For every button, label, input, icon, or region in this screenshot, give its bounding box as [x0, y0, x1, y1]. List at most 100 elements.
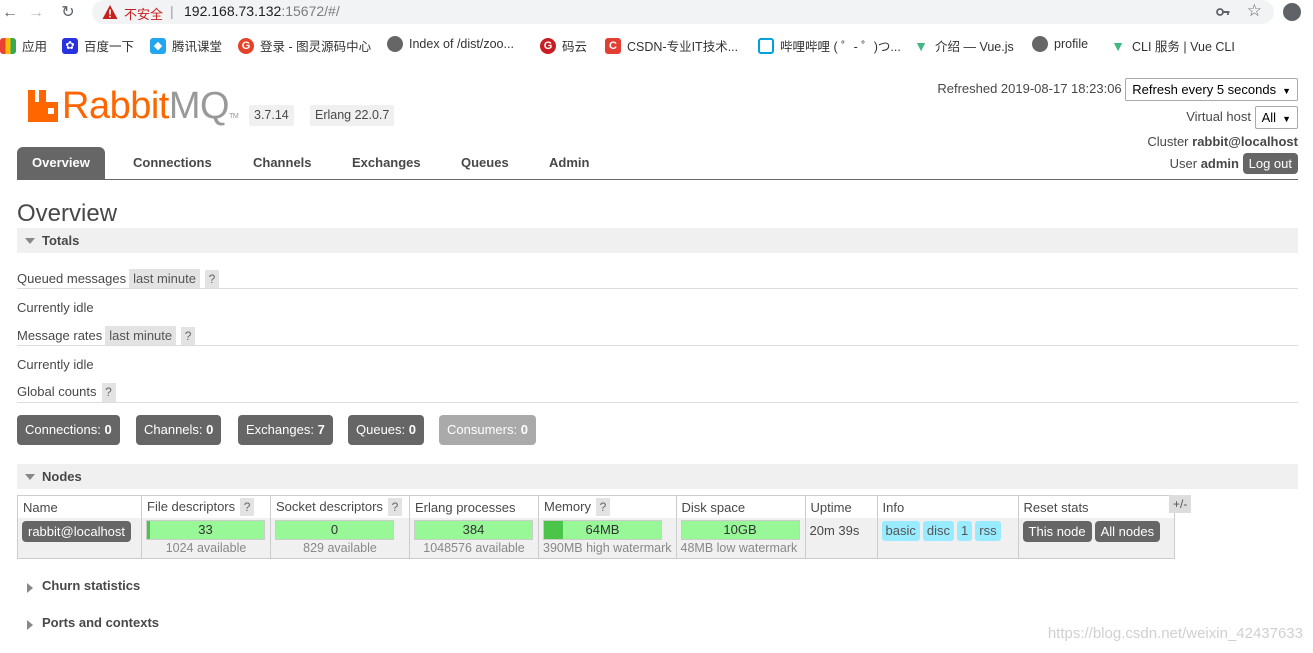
vhost-select-value: All [1261, 110, 1277, 125]
vue-icon: ▼ [1111, 37, 1125, 54]
count-label: Consumers: [447, 422, 518, 437]
exchanges-count[interactable]: Exchanges: 7 [238, 415, 333, 445]
cell-disk-space: 10GB 48MB low watermark [675, 518, 806, 559]
channels-count[interactable]: Channels: 0 [136, 415, 222, 445]
consumers-count[interactable]: Consumers: 0 [439, 415, 536, 445]
col-socket-descriptors: Socket descriptors? [270, 495, 410, 518]
bookmark-vue[interactable]: ▼ 介绍 — Vue.js [913, 36, 1014, 55]
bookmark-tuling[interactable]: G 登录 - 图灵源码中心 [238, 36, 371, 55]
csdn-watermark: https://blog.csdn.net/weixin_42437633 [1047, 625, 1303, 642]
bookmark-gitee[interactable]: G 码云 [540, 36, 587, 55]
vhost-select[interactable]: All ▼ [1254, 106, 1298, 129]
bookmark-label: 登录 - 图灵源码中心 [260, 40, 372, 54]
bookmark-label: 腾讯课堂 [172, 40, 223, 54]
disk-bar: 10GB [680, 520, 800, 540]
reset-all-nodes-button[interactable]: All nodes [1094, 521, 1161, 542]
address-bar[interactable]: 不安全 | 192.168.73.132:15672/#/ ☆ [92, 0, 1274, 24]
col-uptime: Uptime [804, 495, 878, 518]
bookmark-label: CSDN-专业IT技术... [627, 40, 739, 54]
totals-section-header[interactable]: Totals [17, 228, 1298, 253]
tab-overview[interactable]: Overview [17, 147, 105, 179]
bar-value: 0 [330, 522, 339, 537]
gitlab-icon: G [238, 37, 254, 54]
queued-range-pill[interactable]: last minute [129, 269, 200, 288]
column-toggle-button[interactable]: +/- [1169, 495, 1192, 513]
back-arrow-icon[interactable]: ← [0, 3, 20, 23]
message-rates-row: Message rates last minute? [17, 326, 196, 346]
global-counts-label: Global counts [17, 384, 97, 399]
bookmark-csdn[interactable]: C CSDN-专业IT技术... [605, 36, 738, 55]
col-info: Info [876, 495, 1019, 518]
info-tag-count: 1 [957, 521, 973, 541]
bookmark-label: 哔哩哔哩 ( ゜- ゜)つ... [780, 40, 901, 54]
dropdown-arrow-icon: ▼ [1282, 114, 1291, 124]
info-tag-disc: disc [922, 521, 955, 541]
cell-info: basic disc 1 rss [876, 518, 1019, 559]
count-value: 0 [408, 422, 417, 437]
tab-channels[interactable]: Channels [238, 147, 327, 179]
rates-range-pill[interactable]: last minute [105, 326, 177, 345]
reset-this-node-button[interactable]: This node [1022, 521, 1092, 542]
version-badge: 3.7.14 [249, 105, 294, 126]
profile-avatar-icon[interactable] [1283, 3, 1301, 21]
node-name-link[interactable]: rabbit@localhost [22, 521, 132, 542]
globe-icon [1032, 36, 1048, 52]
bookmark-label: CLI 服务 | Vue CLI [1132, 40, 1235, 54]
bookmark-bilibili[interactable]: 哔哩哔哩 ( ゜- ゜)つ... [758, 36, 901, 55]
churn-statistics-header[interactable]: Churn statistics [17, 578, 140, 593]
dropdown-arrow-icon: ▼ [1282, 86, 1291, 96]
help-icon[interactable]: ? [240, 498, 255, 516]
bookmark-baidu[interactable]: ✿ 百度一下 [62, 36, 134, 55]
nodes-table: Name File descriptors? Socket descriptor… [17, 495, 1175, 559]
logo-tm-text: TM [229, 113, 239, 120]
help-icon[interactable]: ? [387, 498, 402, 516]
nodes-section-header[interactable]: Nodes [17, 464, 1298, 489]
connections-count[interactable]: Connections: 0 [17, 415, 120, 445]
bookmark-tencent[interactable]: ◆ 腾讯课堂 [150, 36, 222, 55]
help-icon[interactable]: ? [181, 327, 196, 346]
rabbitmq-logo[interactable]: RabbitMQTM [28, 85, 239, 127]
bookmark-profile[interactable]: profile [1032, 36, 1088, 52]
help-icon[interactable]: ? [595, 498, 610, 516]
page-title: Overview [17, 200, 118, 227]
col-disk-space: Disk space [675, 495, 806, 518]
insecure-label: 不安全 [124, 7, 164, 22]
tab-admin[interactable]: Admin [534, 147, 604, 179]
refresh-select-value: Refresh every 5 seconds [1132, 82, 1277, 97]
cell-file-descriptors: 33 1024 available [141, 518, 271, 559]
reload-icon[interactable]: ↻ [58, 3, 78, 23]
key-icon[interactable] [1216, 5, 1230, 19]
count-label: Channels: [144, 422, 203, 437]
bookmark-index[interactable]: Index of /dist/zoo... [387, 36, 514, 52]
globe-icon [387, 36, 403, 52]
help-icon[interactable]: ? [101, 383, 116, 402]
queues-count[interactable]: Queues: 0 [348, 415, 425, 445]
baidu-paw-icon: ✿ [62, 37, 78, 54]
tab-exchanges[interactable]: Exchanges [337, 147, 436, 179]
bar-subtext: 48MB low watermark [680, 541, 798, 555]
ports-contexts-header[interactable]: Ports and contexts [17, 615, 159, 630]
apps-grid-icon [0, 37, 16, 54]
tab-queues[interactable]: Queues [446, 147, 524, 179]
logo-rabbit-text: Rabbit [62, 85, 169, 127]
logo-mq-text: MQ [168, 85, 230, 127]
bookmark-label: 码云 [562, 40, 588, 54]
message-rates-label: Message rates [17, 328, 103, 343]
help-icon[interactable]: ? [205, 270, 219, 289]
currently-idle-2: Currently idle [17, 357, 94, 372]
bookmark-apps[interactable]: 应用 [0, 36, 47, 55]
count-value: 0 [520, 422, 528, 437]
col-erlang-processes: Erlang processes [409, 495, 539, 518]
bar-fill [544, 521, 563, 539]
bookmark-label: Index of /dist/zoo... [409, 37, 514, 51]
col-name: Name [17, 495, 142, 518]
nodes-header-label: Nodes [42, 469, 82, 484]
totals-header-label: Totals [42, 233, 80, 248]
bookmark-vuecli[interactable]: ▼ CLI 服务 | Vue CLI [1110, 36, 1235, 55]
refresh-interval-select[interactable]: Refresh every 5 seconds ▼ [1125, 78, 1298, 101]
tab-connections[interactable]: Connections [118, 147, 227, 179]
bar-fill [147, 521, 150, 539]
bookmark-star-icon[interactable]: ☆ [1247, 1, 1262, 21]
count-value: 0 [206, 422, 214, 437]
forward-arrow-icon[interactable]: → [26, 3, 46, 23]
